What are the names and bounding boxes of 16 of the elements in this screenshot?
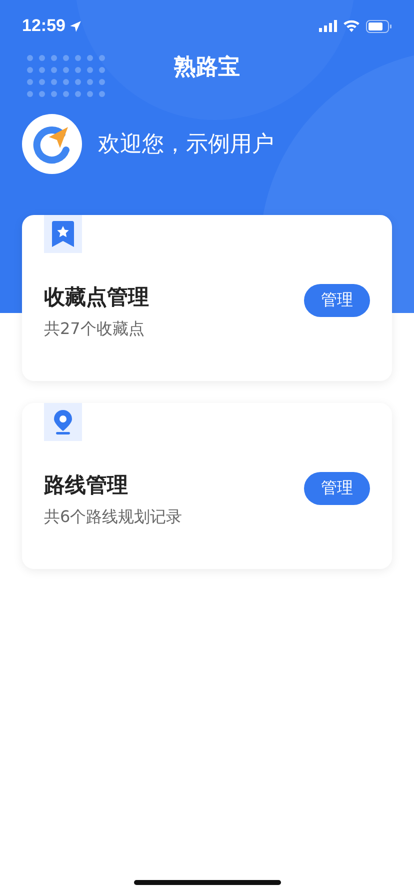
location-pin-icon xyxy=(52,409,74,435)
bookmark-star-icon xyxy=(52,221,74,247)
manage-button[interactable]: 管理 xyxy=(304,472,370,505)
card-title: 收藏点管理 xyxy=(44,284,149,311)
welcome-text: 欢迎您，示例用户 xyxy=(98,131,274,159)
card-subtitle: 共6个路线规划记录 xyxy=(44,507,182,528)
card-subtitle: 共27个收藏点 xyxy=(44,319,146,340)
card-title: 路线管理 xyxy=(44,472,129,499)
signal-icon xyxy=(319,20,337,32)
manage-button[interactable]: 管理 xyxy=(304,284,370,317)
app-logo-title: 熟路宝 xyxy=(174,54,240,82)
wifi-icon xyxy=(343,20,360,32)
status-time: 12:59 xyxy=(22,16,66,36)
location-arrow-icon xyxy=(69,20,82,32)
compass-logo-icon xyxy=(22,114,82,174)
battery-icon xyxy=(366,20,392,32)
